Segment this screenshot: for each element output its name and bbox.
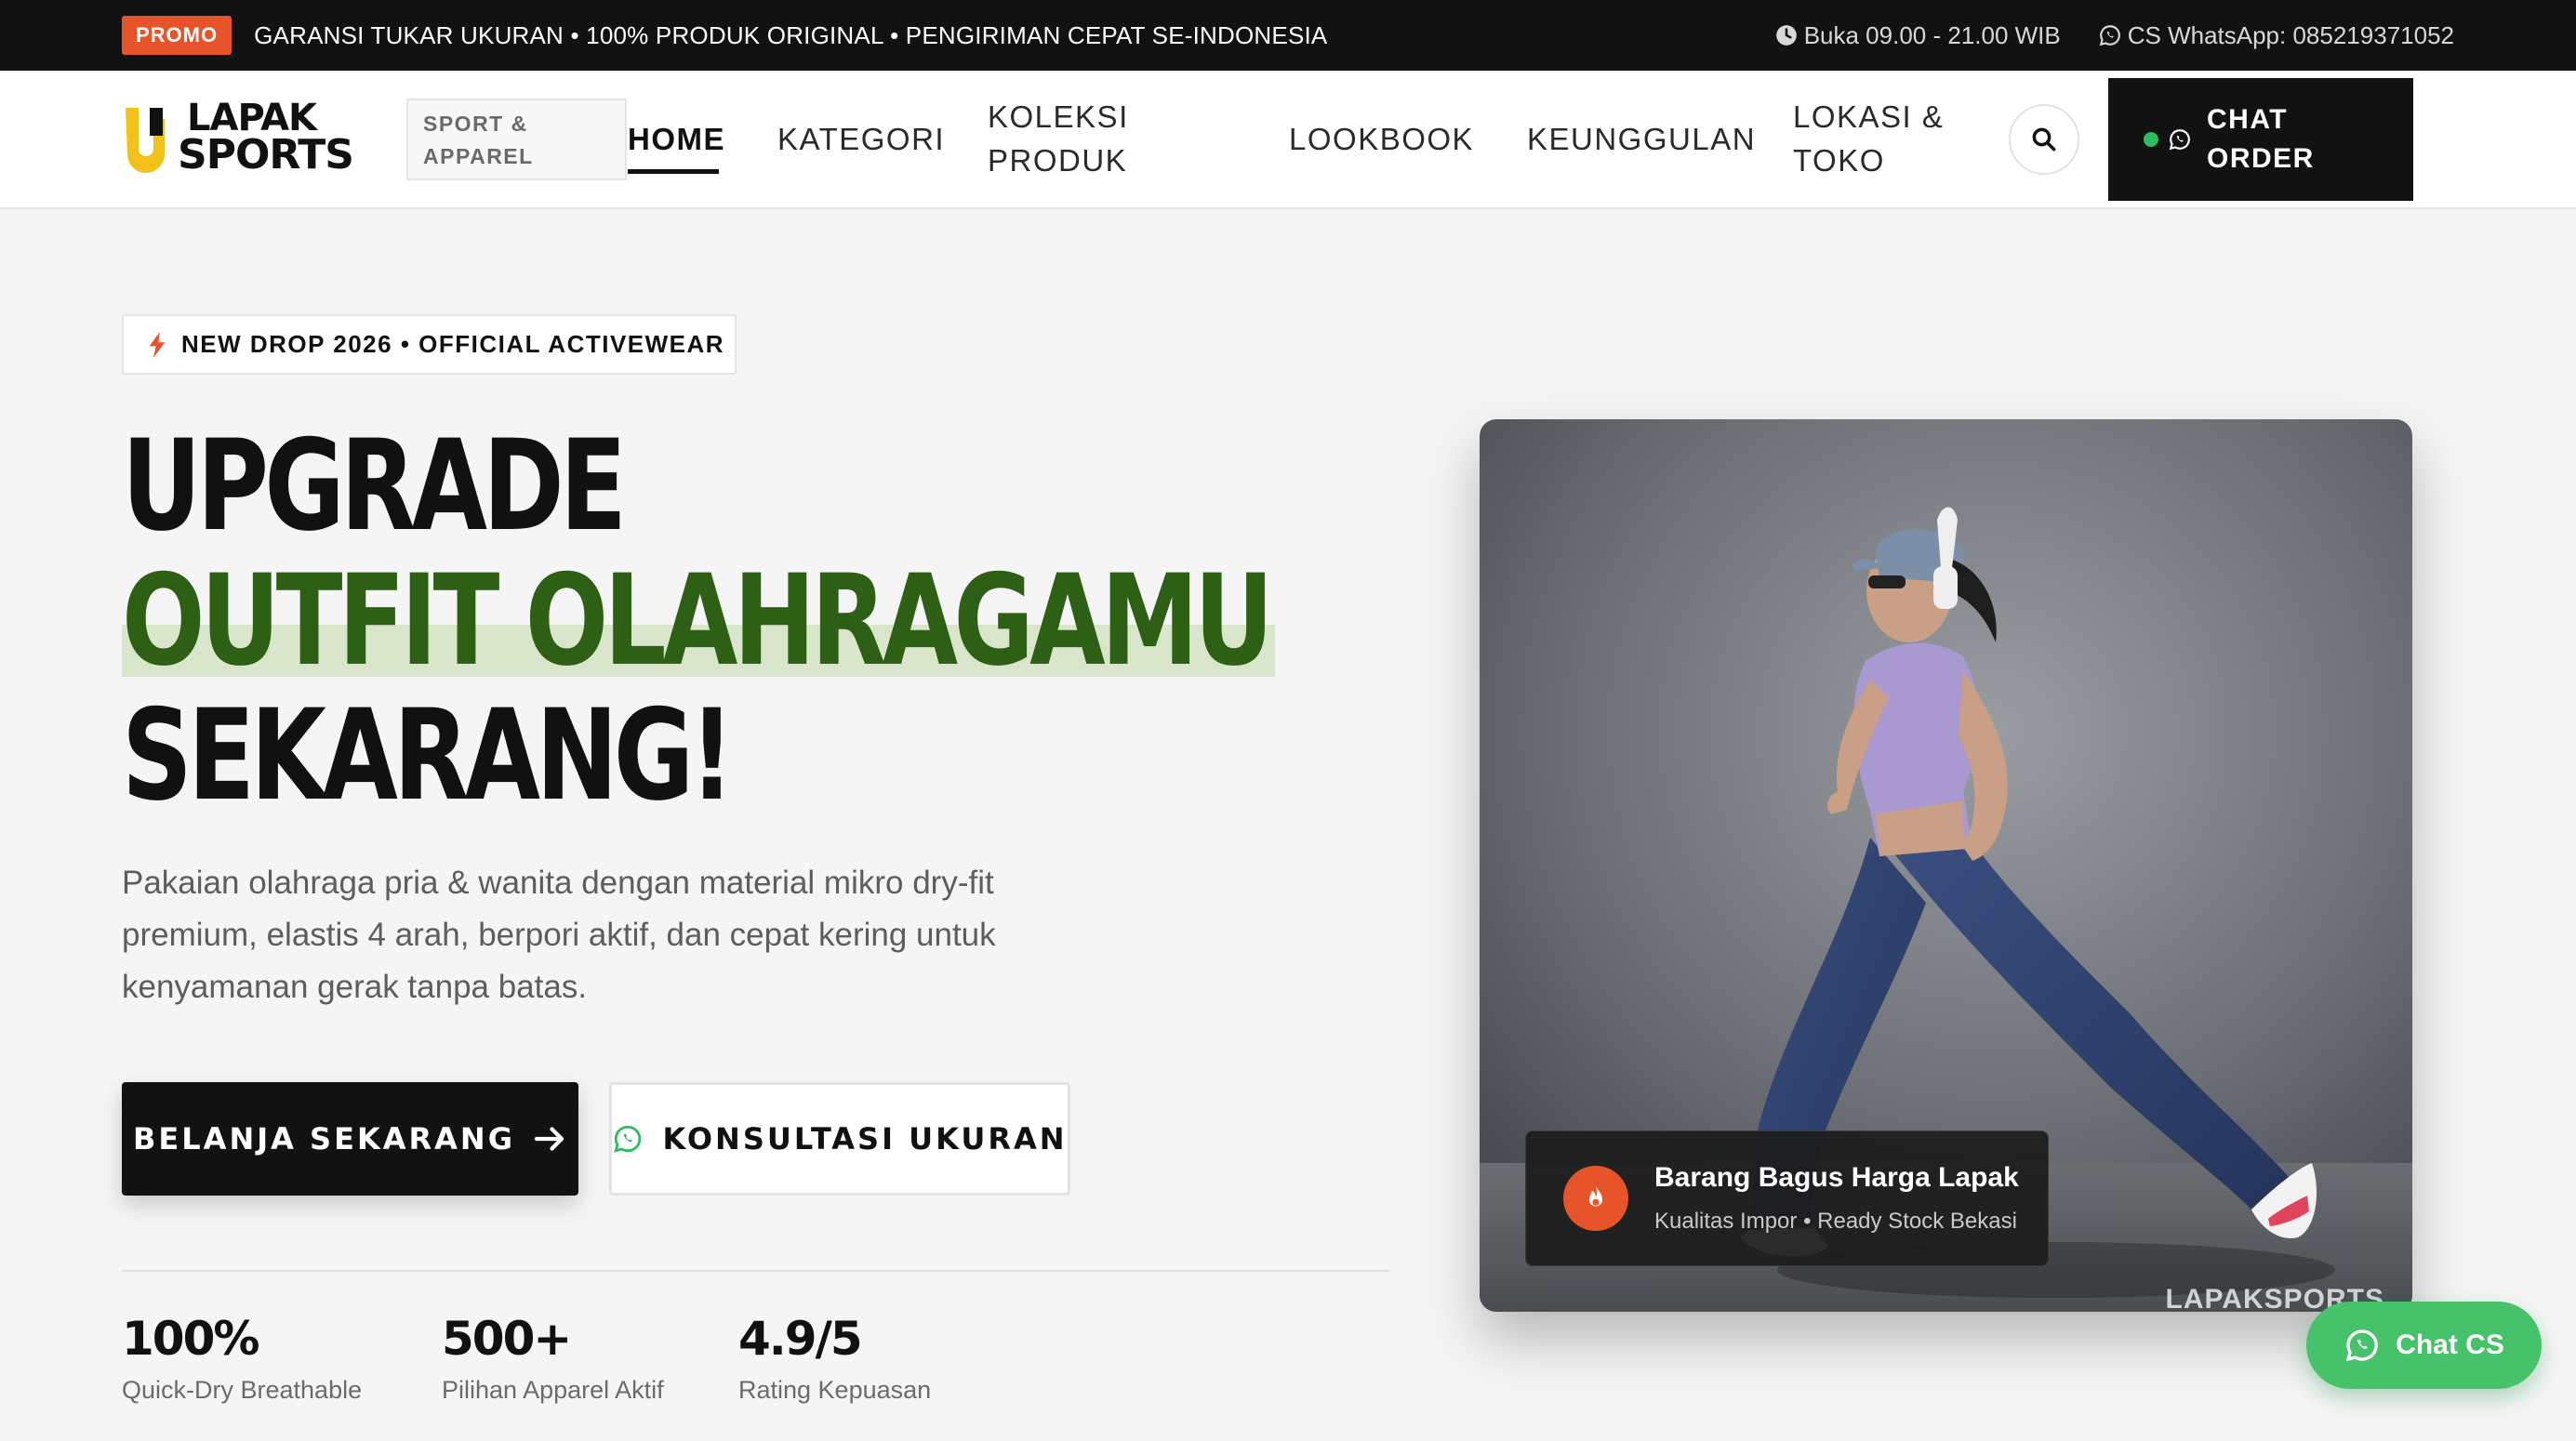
brand-tagline: SPORT & APPAREL xyxy=(406,99,627,180)
nav-koleksi-line2: PRODUK xyxy=(988,143,1128,178)
stat-rating: 4.9/5 Rating Kepuasan xyxy=(738,1311,931,1405)
nav-koleksi-produk[interactable]: KOLEKSI PRODUK xyxy=(988,95,1129,182)
brand-tagline-line2: APPAREL xyxy=(423,144,534,168)
promo-ticker: GARANSI TUKAR UKURAN • 100% PRODUK ORIGI… xyxy=(254,20,1328,49)
stat-label: Quick-Dry Breathable xyxy=(122,1376,363,1404)
headline-line2: OUTFIT OLAHRAGAMU xyxy=(122,548,1274,694)
hero-subtitle: Pakaian olahraga pria & wanita dengan ma… xyxy=(122,865,996,1005)
nav-home[interactable]: HOME xyxy=(628,117,725,161)
stat-label: Rating Kepuasan xyxy=(738,1376,932,1404)
nav-active-indicator xyxy=(628,169,719,174)
info-card-subtitle: Kualitas Impor • Ready Stock Bekasi xyxy=(1654,1209,2017,1234)
nav-lokasi-toko[interactable]: LOKASI & TOKO xyxy=(1793,95,1944,182)
chat-order-line2: ORDER xyxy=(2207,143,2315,174)
whatsapp-icon xyxy=(2099,25,2120,46)
promo-topbar: PROMO GARANSI TUKAR UKURAN • 100% PRODUK… xyxy=(0,0,2576,71)
stats-divider xyxy=(122,1270,1389,1272)
search-icon xyxy=(2032,127,2056,152)
stat-value: 500+ xyxy=(442,1312,572,1366)
headline-line1: UPGRADE xyxy=(122,413,627,559)
stat-value: 100% xyxy=(122,1312,259,1366)
logo-mark-icon xyxy=(126,108,165,173)
info-card-title: Barang Bagus Harga Lapak xyxy=(1654,1162,2019,1193)
whatsapp-icon xyxy=(2169,129,2190,151)
nav-kategori[interactable]: KATEGORI xyxy=(777,117,945,161)
brand-tagline-line1: SPORT & xyxy=(423,112,528,136)
new-drop-badge: NEW DROP 2026 • OFFICIAL ACTIVEWEAR xyxy=(122,314,737,375)
shop-now-label: BELANJA SEKARANG xyxy=(133,1121,515,1157)
site-header: LAPAK SPORTS SPORT & APPAREL HOME KATEGO… xyxy=(0,71,2576,209)
whatsapp-contact-text: CS WhatsApp: 085219371052 xyxy=(2127,20,2454,49)
nav-keunggulan[interactable]: KEUNGGULAN xyxy=(1527,117,1756,161)
whatsapp-icon xyxy=(614,1125,642,1153)
headline-line3: SEKARANG! xyxy=(122,682,735,828)
store-hours-text: Buka 09.00 - 21.00 WIB xyxy=(1803,20,2061,49)
bolt-icon xyxy=(149,331,166,358)
chat-order-line1: CHAT xyxy=(2207,104,2289,135)
store-hours: Buka 09.00 - 21.00 WIB xyxy=(1774,21,2061,50)
nav-lookbook[interactable]: LOOKBOOK xyxy=(1289,117,1474,161)
hero-headline: UPGRADE OUTFIT OLAHRAGAMU SEKARANG! xyxy=(122,413,1274,828)
nav-lokasi-line2: TOKO xyxy=(1793,143,1885,178)
stat-label: Pilihan Apparel Aktif xyxy=(442,1376,664,1404)
new-drop-text: NEW DROP 2026 • OFFICIAL ACTIVEWEAR xyxy=(181,330,725,358)
whatsapp-contact[interactable]: CS WhatsApp: 085219371052 xyxy=(2098,21,2454,50)
size-consult-label: KONSULTASI UKURAN xyxy=(662,1121,1068,1157)
stat-value: 4.9/5 xyxy=(738,1312,863,1366)
size-consult-button[interactable]: KONSULTASI UKURAN xyxy=(609,1082,1070,1196)
promo-info-card: Barang Bagus Harga Lapak Kualitas Impor … xyxy=(1525,1130,2049,1266)
floating-chat-label: Chat CS xyxy=(2396,1329,2504,1360)
whatsapp-icon xyxy=(2345,1329,2378,1362)
stat-apparel-count: 500+ Pilihan Apparel Aktif xyxy=(442,1311,664,1405)
chat-order-button[interactable]: CHAT ORDER xyxy=(2108,78,2413,201)
logo-word-sports: SPORTS xyxy=(178,131,354,178)
nav-lokasi-line1: LOKASI & xyxy=(1793,99,1945,134)
shop-now-button[interactable]: BELANJA SEKARANG xyxy=(122,1082,578,1196)
nav-koleksi-line1: KOLEKSI xyxy=(988,99,1129,134)
search-button[interactable] xyxy=(2009,104,2079,175)
floating-chat-cs-button[interactable]: Chat CS xyxy=(2306,1302,2542,1389)
chat-order-label: CHAT ORDER xyxy=(2207,100,2346,178)
brand-logo[interactable]: LAPAK SPORTS xyxy=(122,99,382,182)
clock-icon xyxy=(1775,25,1797,46)
flame-icon xyxy=(1588,1184,1603,1207)
flame-badge xyxy=(1563,1166,1628,1231)
arrow-right-icon xyxy=(534,1127,564,1151)
online-status-dot xyxy=(2144,132,2158,147)
promo-badge: PROMO xyxy=(122,16,232,55)
stat-quick-dry: 100% Quick-Dry Breathable xyxy=(122,1311,362,1405)
